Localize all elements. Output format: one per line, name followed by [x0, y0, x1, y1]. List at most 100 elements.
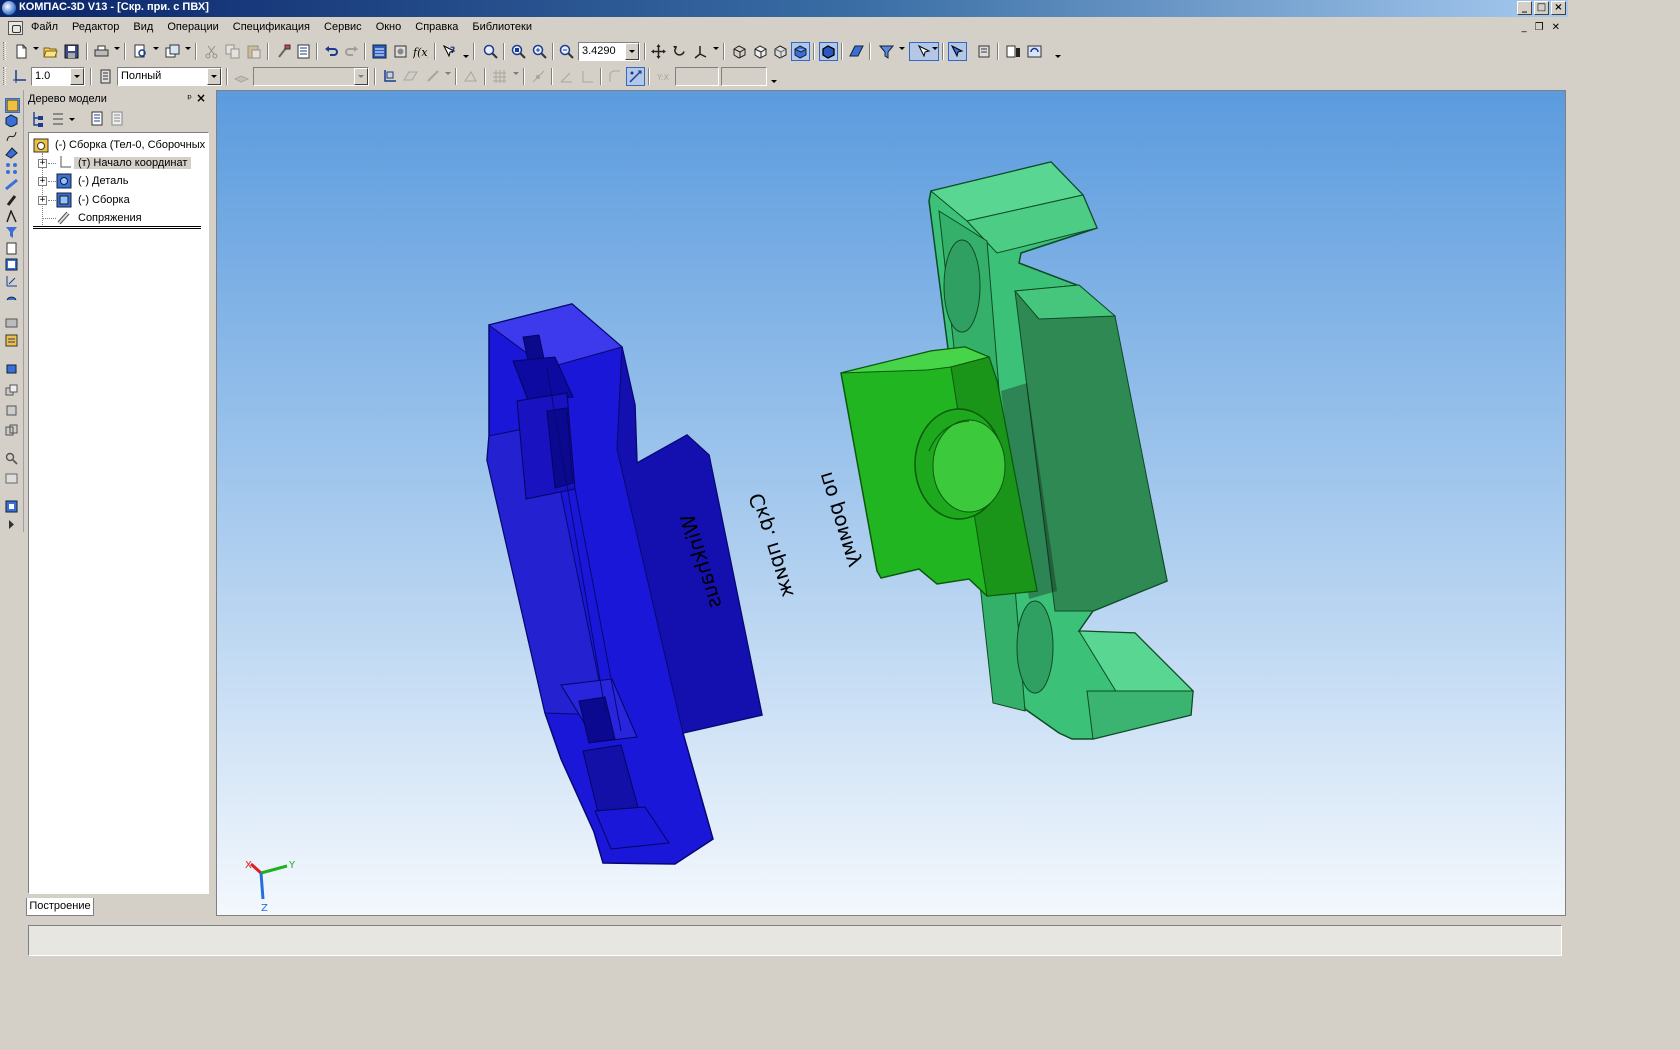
menu-service[interactable]: Сервис — [317, 21, 369, 33]
document-system-menu-icon[interactable] — [8, 21, 23, 35]
panel-close-icon[interactable]: × — [196, 91, 206, 105]
filter-dropdown[interactable] — [899, 47, 905, 50]
manager-icon[interactable] — [163, 42, 182, 61]
format-brush-icon[interactable] — [274, 42, 293, 61]
tree-structure-icon[interactable] — [30, 110, 48, 128]
angle-snap-icon[interactable] — [557, 67, 576, 86]
new-file-icon[interactable] — [12, 42, 31, 61]
tree-item-mates[interactable]: Сопряжения — [56, 209, 146, 227]
thin-hidden-lines-icon[interactable] — [771, 42, 790, 61]
perspective-icon[interactable] — [847, 42, 866, 61]
compact-library-icon[interactable] — [5, 334, 20, 349]
compact-sheet-icon[interactable] — [5, 178, 20, 193]
preview-icon[interactable] — [131, 42, 150, 61]
tree-item-part[interactable]: (-) Деталь — [56, 172, 132, 190]
expand-origin-toggle[interactable]: + — [38, 159, 47, 168]
compact-spline-icon[interactable] — [5, 130, 20, 145]
toolbar-grip[interactable] — [3, 42, 6, 60]
menu-operations[interactable]: Операции — [160, 21, 225, 33]
pan-icon[interactable] — [649, 42, 668, 61]
display-mode-dropdown-arrow[interactable] — [207, 68, 221, 85]
menu-view[interactable]: Вид — [126, 21, 160, 33]
display-mode-select[interactable]: Полный — [117, 67, 222, 86]
parameters-icon[interactable] — [391, 42, 410, 61]
ortho-snap-icon[interactable] — [578, 67, 597, 86]
pin-icon[interactable]: ᵖ — [187, 92, 192, 105]
expand-assembly-toggle[interactable]: + — [38, 196, 47, 205]
orientation-dropdown[interactable] — [713, 47, 719, 50]
tree-item-origin[interactable]: (т) Начало координат — [56, 154, 192, 172]
ortho-dropdown[interactable] — [445, 72, 451, 75]
step-dropdown-arrow[interactable] — [70, 68, 84, 85]
toolbar2-overflow[interactable] — [771, 80, 777, 83]
paste-icon[interactable] — [244, 42, 263, 61]
layer-dropdown-arrow[interactable] — [354, 68, 368, 85]
select-mode-icon[interactable] — [909, 42, 939, 61]
toolbar-grip[interactable] — [3, 67, 6, 85]
model-viewport[interactable]: Winkhaus Скр. приж по ромму X Y Z — [216, 90, 1566, 916]
doc-restore-button[interactable]: ❐ — [1535, 22, 1544, 33]
save-icon[interactable] — [62, 42, 81, 61]
redo-icon[interactable] — [342, 42, 361, 61]
menu-editor[interactable]: Редактор — [65, 21, 126, 33]
compact-array-icon[interactable] — [5, 162, 20, 177]
menu-window[interactable]: Окно — [369, 21, 409, 33]
select-mode-dropdown[interactable] — [932, 47, 938, 50]
blue-part[interactable]: Winkhaus Скр. приж по ромму — [486, 303, 867, 865]
variables-table-icon[interactable] — [1004, 42, 1023, 61]
grid-dropdown[interactable] — [513, 72, 519, 75]
coordinates-xy-icon[interactable]: Y:X — [654, 67, 673, 86]
compact-panel-overflow[interactable] — [5, 518, 20, 529]
doc-close-button[interactable]: ✕ — [1552, 22, 1560, 33]
properties-icon[interactable] — [294, 42, 313, 61]
snap-icon[interactable] — [948, 42, 967, 61]
minimize-button[interactable]: _ — [1517, 1, 1532, 15]
filter-objects-icon[interactable] — [877, 42, 896, 61]
compact-transform-icon[interactable] — [5, 424, 20, 439]
shaded-icon[interactable] — [791, 42, 810, 61]
tree-view-mode-icon[interactable] — [50, 110, 76, 128]
coordinate-system-icon[interactable] — [10, 67, 29, 86]
compact-surface-icon[interactable] — [5, 290, 20, 305]
layer-select[interactable] — [253, 67, 369, 86]
compact-solid-icon[interactable] — [5, 114, 20, 129]
help-toolbar-overflow[interactable] — [463, 55, 469, 58]
undo-icon[interactable] — [322, 42, 341, 61]
compact-filter-icon[interactable] — [5, 226, 20, 241]
menu-help[interactable]: Справка — [408, 21, 465, 33]
zoom-scale-icon[interactable] — [557, 42, 576, 61]
zoom-value-field[interactable]: 3.4290 — [578, 42, 640, 61]
zoom-all-icon[interactable] — [509, 42, 528, 61]
layer-state-icon[interactable] — [232, 67, 251, 86]
manager-dropdown[interactable] — [185, 47, 191, 50]
refresh-icon[interactable] — [1025, 42, 1044, 61]
sketch-icon[interactable] — [461, 67, 480, 86]
compact-auxiliary-icon[interactable] — [5, 146, 20, 161]
print-dropdown[interactable] — [114, 47, 120, 50]
zoom-dropdown-arrow[interactable] — [625, 43, 639, 60]
compact-section-icon[interactable] — [5, 472, 20, 487]
copy-icon[interactable] — [223, 42, 242, 61]
preview-dropdown[interactable] — [153, 47, 159, 50]
round-icon[interactable] — [605, 67, 624, 86]
compact-copy-geometry-icon[interactable] — [5, 384, 20, 399]
variables-fx-icon[interactable]: f(x) — [411, 42, 430, 61]
orientation-icon[interactable] — [691, 42, 710, 61]
maximize-button[interactable]: □ — [1534, 1, 1549, 15]
tab-construction[interactable]: Построение — [26, 898, 94, 916]
compact-dimensions-icon[interactable] — [5, 209, 20, 225]
step-field[interactable]: 1.0 — [31, 67, 85, 86]
zoom-window-icon[interactable] — [481, 42, 500, 61]
expand-part-toggle[interactable]: + — [38, 177, 47, 186]
shaded-edges-icon[interactable] — [819, 42, 838, 61]
compact-search-icon[interactable] — [5, 452, 20, 467]
menu-libraries[interactable]: Библиотеки — [465, 21, 539, 33]
close-button[interactable]: × — [1551, 1, 1566, 15]
tree-item-assembly[interactable]: (-) Сборка — [56, 191, 134, 209]
compact-mesh-icon[interactable] — [5, 362, 20, 377]
compact-boolean-icon[interactable] — [5, 404, 20, 419]
wireframe-icon[interactable] — [730, 42, 749, 61]
tree-document-icon[interactable] — [88, 110, 106, 128]
magnet-snap-icon[interactable] — [626, 67, 645, 86]
compact-editing-icon[interactable] — [5, 98, 20, 113]
